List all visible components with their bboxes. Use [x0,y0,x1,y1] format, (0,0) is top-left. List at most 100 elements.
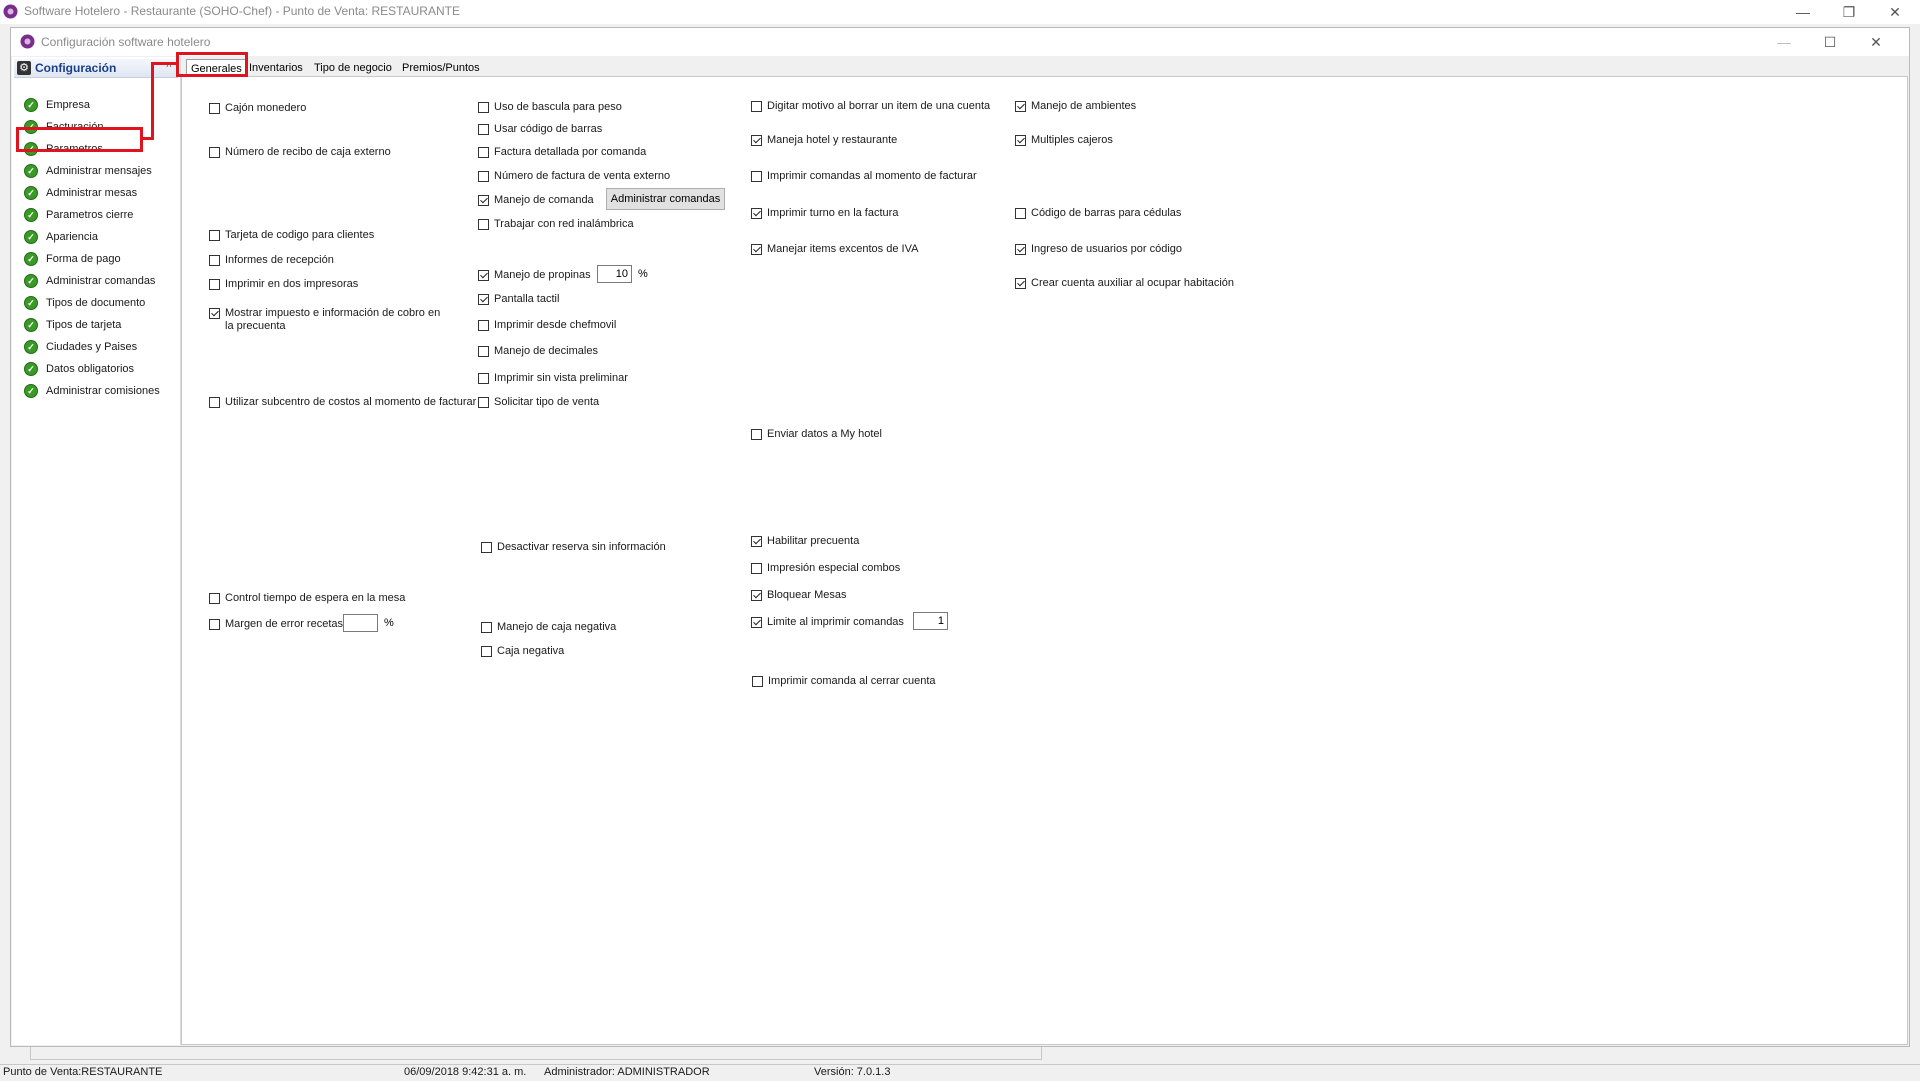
nav-item-label: Tipos de tarjeta [46,319,122,331]
check-circle-icon: ✓ [24,362,38,376]
maximize-icon: ☐ [1823,33,1837,50]
status-user: Administrador: ADMINISTRADOR [544,1066,710,1078]
checkbox[interactable] [209,230,220,241]
checkbox[interactable] [751,135,762,146]
app-title: Software Hotelero - Restaurante (SOHO-Ch… [24,4,460,18]
check-circle-icon: ✓ [24,384,38,398]
checkbox[interactable] [478,320,489,331]
margen-error-input[interactable] [343,614,378,632]
checkbox[interactable] [481,542,492,553]
nav-item-administrar-mesas[interactable]: ✓ Administrar mesas [24,185,174,203]
nav-item-apariencia[interactable]: ✓ Apariencia [24,229,174,247]
checkbox[interactable] [478,124,489,135]
checkbox[interactable] [751,536,762,547]
checkbox[interactable] [478,294,489,305]
checkbox[interactable] [478,147,489,158]
check-circle-icon: ✓ [24,164,38,178]
annotation-connector [151,62,154,140]
nav-item-datos-obligatorios[interactable]: ✓ Datos obligatorios [24,361,174,379]
nav-item-label: Administrar comisiones [46,385,160,397]
check-circle-icon: ✓ [24,98,38,112]
limite-comandas-input[interactable]: 1 [913,612,948,630]
close-icon: ✕ [1870,33,1882,50]
checkbox[interactable] [209,255,220,266]
checkbox[interactable] [751,101,762,112]
checkbox[interactable] [478,346,489,357]
nav-item-ciudades-y-paises[interactable]: ✓ Ciudades y Paises [24,339,174,357]
nav-item-tipos-de-documento[interactable]: ✓ Tipos de documento [24,295,174,313]
status-bar: Punto de Venta:RESTAURANTE 06/09/2018 9:… [0,1064,1920,1081]
checkbox[interactable] [751,171,762,182]
nav-item-parametros-cierre[interactable]: ✓ Parametros cierre [24,207,174,225]
close-icon: ✕ [1889,3,1901,20]
nav-item-administrar-mensajes[interactable]: ✓ Administrar mensajes [24,163,174,181]
annotation-connector [151,62,178,65]
checkbox[interactable] [209,593,220,604]
checkbox[interactable] [751,208,762,219]
checkbox[interactable] [478,397,489,408]
app-minimize-button[interactable]: — [1780,0,1826,24]
app-close-button[interactable]: ✕ [1872,0,1918,24]
checkbox[interactable] [478,373,489,384]
checkbox[interactable] [209,279,220,290]
checkbox[interactable] [478,171,489,182]
annotation-highlight-tab [176,52,248,77]
nav-item-tipos-de-tarjeta[interactable]: ✓ Tipos de tarjeta [24,317,174,335]
nav-item-label: Administrar mesas [46,187,138,199]
app-titlebar: Software Hotelero - Restaurante (SOHO-Ch… [0,0,1920,24]
checkbox[interactable] [209,308,220,319]
status-datetime: 06/09/2018 9:42:31 a. m. [404,1066,527,1078]
nav-item-label: Parametros cierre [46,209,134,221]
checkbox[interactable] [478,219,489,230]
config-close-button[interactable]: ✕ [1853,30,1899,54]
checkbox[interactable] [1015,208,1026,219]
checkbox[interactable] [751,590,762,601]
checkbox[interactable] [478,102,489,113]
check-circle-icon: ✓ [24,208,38,222]
nav-item-forma-de-pago[interactable]: ✓ Forma de pago [24,251,174,269]
checkbox[interactable] [478,270,489,281]
checkbox[interactable] [209,619,220,630]
check-circle-icon: ✓ [24,186,38,200]
propinas-input[interactable]: 10 [597,265,632,283]
minimize-icon: — [1796,4,1810,20]
checkbox[interactable] [1015,101,1026,112]
tab-premios-puntos[interactable]: Premios/Puntos [398,59,484,77]
checkbox[interactable] [751,429,762,440]
nav-item-label: Forma de pago [46,253,121,265]
checkbox[interactable] [751,563,762,574]
check-circle-icon: ✓ [24,230,38,244]
config-title: Configuración software hotelero [41,35,211,49]
config-maximize-button[interactable]: ☐ [1807,30,1853,54]
propinas-percent-label: % [638,268,648,280]
config-minimize-button[interactable]: — [1761,30,1807,54]
checkbox[interactable] [751,244,762,255]
checkbox[interactable] [478,195,489,206]
check-circle-icon: ✓ [24,274,38,288]
tab-tipo-de-negocio[interactable]: Tipo de negocio [310,59,396,77]
margen-percent-label: % [384,617,394,629]
status-version: Versión: 7.0.1.3 [814,1066,891,1078]
checkbox[interactable] [1015,244,1026,255]
nav-item-label: Ciudades y Paises [46,341,138,353]
checkbox[interactable] [1015,135,1026,146]
checkbox[interactable] [1015,278,1026,289]
checkbox[interactable] [209,147,220,158]
config-logo-icon [20,34,35,49]
nav-item-administrar-comisiones[interactable]: ✓ Administrar comisiones [24,383,174,401]
app-restore-button[interactable]: ❐ [1826,0,1872,24]
nav-item-label: Administrar comandas [46,275,156,287]
nav-item-label: Administrar mensajes [46,165,152,177]
restore-icon: ❐ [1842,3,1856,20]
checkbox[interactable] [751,617,762,628]
checkbox[interactable] [481,622,492,633]
checkbox[interactable] [209,397,220,408]
checkbox[interactable] [209,103,220,114]
tab-inventarios[interactable]: Inventarios [245,59,307,77]
checkbox[interactable] [752,676,763,687]
administrar-comandas-button[interactable]: Administrar comandas [606,188,725,210]
config-nav-panel: ⚙ Configuración ˄ ✓ Empresa ✓ Facturación … [12,57,181,1045]
checkbox[interactable] [481,646,492,657]
check-circle-icon: ✓ [24,296,38,310]
nav-item-administrar-comandas[interactable]: ✓ Administrar comandas [24,273,174,291]
